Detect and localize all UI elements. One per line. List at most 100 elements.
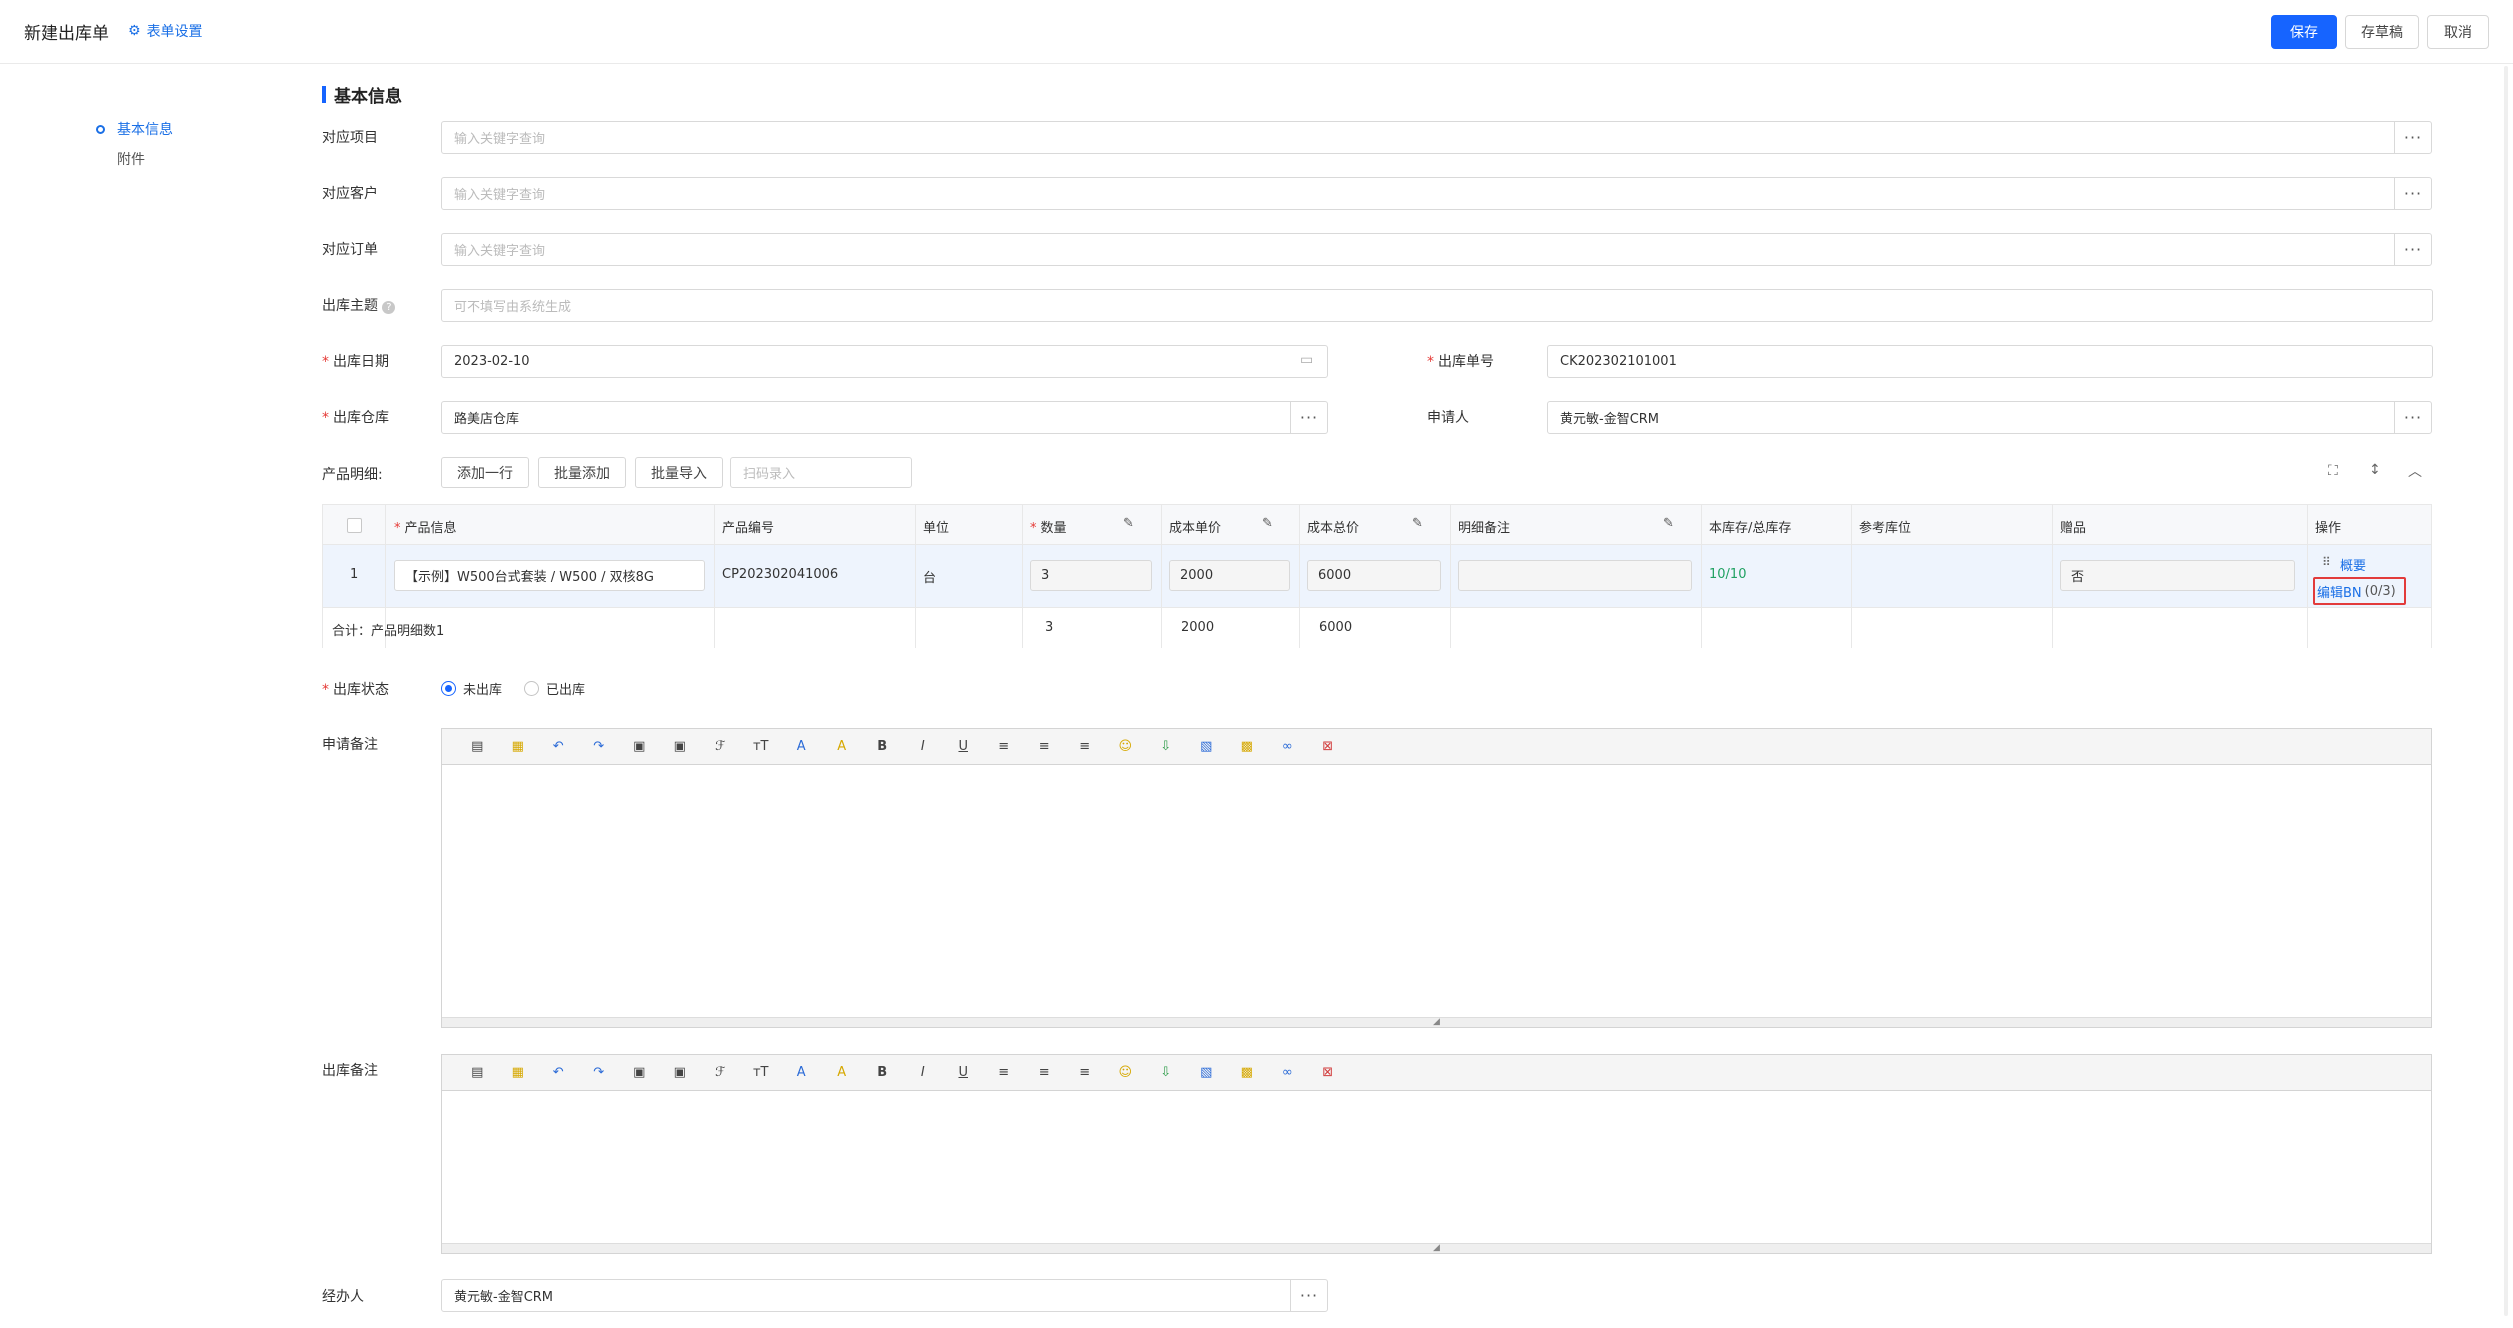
unit-cost-input[interactable]: 2000 (1169, 560, 1290, 591)
align-right-icon[interactable]: ≡ (1065, 739, 1106, 754)
align-left-icon[interactable]: ≡ (984, 1065, 1025, 1080)
font-color-icon[interactable]: A (781, 739, 822, 754)
emoji-icon[interactable]: ☺ (1105, 739, 1146, 754)
bn-count: (0/3) (2364, 583, 2396, 599)
edit-bn-link[interactable]: 编辑BN (2317, 582, 2362, 601)
cancel-button[interactable]: 取消 (2427, 15, 2489, 49)
expand-vertical-icon[interactable]: ↕ (2369, 462, 2381, 478)
col-quantity: * 数量 (1030, 521, 1067, 536)
gift-select[interactable]: 否 (2060, 560, 2295, 591)
save-button[interactable]: 保存 (2271, 15, 2337, 49)
project-input[interactable]: 输入关键字查询 (441, 121, 2395, 154)
detail-note-input[interactable] (1458, 560, 1692, 591)
clear-format-icon[interactable]: ⊠ (1308, 1065, 1349, 1080)
bg-color-icon[interactable]: A (822, 739, 863, 754)
warehouse-more-button[interactable]: ··· (1290, 401, 1328, 434)
subject-input[interactable]: 可不填写由系统生成 (441, 289, 2433, 322)
edit-icon[interactable]: ✎ (1123, 516, 1134, 531)
align-right-icon[interactable]: ≡ (1065, 1065, 1106, 1080)
batch-import-button[interactable]: 批量导入 (635, 457, 723, 488)
handler-more-button[interactable]: ··· (1290, 1279, 1328, 1312)
calendar-icon[interactable]: ▭ (1300, 352, 1313, 368)
undo-icon[interactable]: ↶ (538, 1065, 579, 1080)
emoji-icon[interactable]: ☺ (1105, 1065, 1146, 1080)
product-info-input[interactable]: 【示例】W500台式套装 / W500 / 双核8G (394, 560, 705, 591)
nav-item-basic-info[interactable]: 基本信息 (96, 114, 173, 144)
applicant-input[interactable]: 黄元敏-金智CRM (1547, 401, 2395, 434)
clear-format-icon[interactable]: ⊠ (1308, 739, 1349, 754)
out-note-editor[interactable]: ▤ ▦ ↶ ↷ ▣ ▣ ℱ тT A A B I U ≡ ≡ ≡ ☺ ⇩ ▧ ▩… (441, 1054, 2432, 1254)
edit-icon[interactable]: ✎ (1663, 516, 1674, 531)
italic-icon[interactable]: I (903, 739, 944, 754)
editor-resize-handle[interactable]: ◢ (442, 1017, 2431, 1027)
form-settings-link[interactable]: ⚙ 表单设置 (128, 21, 203, 41)
nav-item-attachments[interactable]: 附件 (96, 144, 173, 174)
order-input[interactable]: 输入关键字查询 (441, 233, 2395, 266)
warehouse-input[interactable]: 路美店仓库 (441, 401, 1291, 434)
font-color-icon[interactable]: A (781, 1065, 822, 1080)
paste-text-icon[interactable]: ▣ (660, 739, 701, 754)
number-input[interactable]: CK202302101001 (1547, 345, 2433, 378)
font-family-icon[interactable]: ℱ (700, 739, 741, 754)
paste-icon[interactable]: ▣ (619, 739, 660, 754)
help-icon[interactable]: ? (382, 301, 396, 314)
select-all-checkbox[interactable] (347, 518, 362, 533)
add-row-button[interactable]: 添加一行 (441, 457, 529, 488)
bold-icon[interactable]: B (862, 1065, 903, 1080)
insert-icon[interactable]: ⇩ (1146, 739, 1187, 754)
underline-icon[interactable]: U (943, 739, 984, 754)
save-draft-button[interactable]: 存草稿 (2345, 15, 2419, 49)
apply-note-editor[interactable]: ▤ ▦ ↶ ↷ ▣ ▣ ℱ тT A A B I U ≡ ≡ ≡ ☺ ⇩ ▧ ▩… (441, 728, 2432, 1028)
source-icon[interactable]: ▤ (457, 739, 498, 754)
edit-icon[interactable]: ✎ (1262, 516, 1273, 531)
align-center-icon[interactable]: ≡ (1024, 1065, 1065, 1080)
date-input[interactable]: 2023-02-10 (441, 345, 1328, 378)
order-more-button[interactable]: ··· (2394, 233, 2432, 266)
align-center-icon[interactable]: ≡ (1024, 739, 1065, 754)
applicant-more-button[interactable]: ··· (2394, 401, 2432, 434)
warehouse-label: * 出库仓库 (322, 410, 389, 426)
handler-input[interactable]: 黄元敏-金智CRM (441, 1279, 1291, 1312)
required-mark: * (1427, 354, 1434, 370)
total-cost-input[interactable]: 6000 (1307, 560, 1441, 591)
redo-icon[interactable]: ↷ (579, 1065, 620, 1080)
batch-add-button[interactable]: 批量添加 (538, 457, 626, 488)
template-icon[interactable]: ▦ (498, 1065, 539, 1080)
italic-icon[interactable]: I (903, 1065, 944, 1080)
drag-handle-icon[interactable]: ⠿ (2322, 555, 2331, 569)
bg-color-icon[interactable]: A (822, 1065, 863, 1080)
source-icon[interactable]: ▤ (457, 1065, 498, 1080)
edit-icon[interactable]: ✎ (1412, 516, 1423, 531)
scan-input[interactable]: 扫码录入 (730, 457, 912, 488)
font-family-icon[interactable]: ℱ (700, 1065, 741, 1080)
font-size-icon[interactable]: тT (741, 739, 782, 754)
link-icon[interactable]: ∞ (1267, 739, 1308, 754)
project-more-button[interactable]: ··· (2394, 121, 2432, 154)
status-not-out-radio[interactable]: 未出库 (441, 679, 502, 698)
fullscreen-icon[interactable]: ⛶ (2328, 463, 2338, 479)
table-icon[interactable]: ▩ (1227, 1065, 1268, 1080)
table-icon[interactable]: ▩ (1227, 739, 1268, 754)
paste-icon[interactable]: ▣ (619, 1065, 660, 1080)
link-icon[interactable]: ∞ (1267, 1065, 1308, 1080)
paste-text-icon[interactable]: ▣ (660, 1065, 701, 1080)
collapse-icon[interactable]: ︿ (2408, 461, 2422, 481)
page-scrollbar[interactable] (2504, 66, 2508, 1316)
bold-icon[interactable]: B (862, 739, 903, 754)
summary-link[interactable]: 概要 (2340, 555, 2366, 574)
align-left-icon[interactable]: ≡ (984, 739, 1025, 754)
template-icon[interactable]: ▦ (498, 739, 539, 754)
underline-icon[interactable]: U (943, 1065, 984, 1080)
customer-input[interactable]: 输入关键字查询 (441, 177, 2395, 210)
redo-icon[interactable]: ↷ (579, 739, 620, 754)
customer-more-button[interactable]: ··· (2394, 177, 2432, 210)
editor-resize-handle[interactable]: ◢ (442, 1243, 2431, 1253)
editor-toolbar: ▤ ▦ ↶ ↷ ▣ ▣ ℱ тT A A B I U ≡ ≡ ≡ ☺ ⇩ ▧ ▩… (442, 1055, 2431, 1091)
quantity-input[interactable]: 3 (1030, 560, 1152, 591)
image-icon[interactable]: ▧ (1186, 1065, 1227, 1080)
font-size-icon[interactable]: тT (741, 1065, 782, 1080)
undo-icon[interactable]: ↶ (538, 739, 579, 754)
image-icon[interactable]: ▧ (1186, 739, 1227, 754)
insert-icon[interactable]: ⇩ (1146, 1065, 1187, 1080)
status-out-radio[interactable]: 已出库 (524, 679, 585, 698)
